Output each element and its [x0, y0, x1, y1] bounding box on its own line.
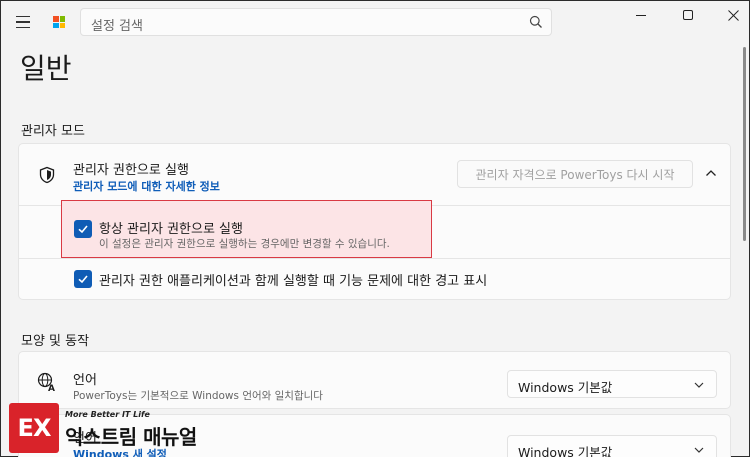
admin-warning-label: 관리자 권한 애플리케이션과 함께 실행할 때 기능 문제에 대한 경고 표시	[99, 274, 488, 289]
close-button[interactable]	[721, 7, 745, 23]
language-2-select-value: Windows 기본값	[518, 445, 613, 457]
title-bar: 설정 검색	[1, 1, 749, 43]
menu-line	[16, 15, 30, 18]
close-icon	[727, 9, 739, 21]
language-2-select[interactable]: Windows 기본값	[507, 435, 717, 457]
shield-icon	[39, 166, 55, 184]
language-card: A 언어 PowerToys는 기본적으로 Windows 언어와 일치합니다 …	[18, 351, 731, 409]
checkmark-icon	[78, 275, 88, 284]
language-description: PowerToys는 기본적으로 Windows 언어와 일치합니다	[73, 390, 323, 402]
maximize-icon	[683, 10, 693, 20]
language-icon: A	[37, 372, 55, 392]
search-box[interactable]: 설정 검색	[80, 8, 552, 36]
admin-mode-card: 관리자 권한으로 실행 관리자 모드에 대한 자세한 정보 관리자 자격으로 P…	[18, 143, 731, 300]
search-placeholder: 설정 검색	[91, 19, 143, 34]
section-title-appearance: 모양 및 동작	[21, 334, 90, 349]
minimize-button[interactable]	[629, 7, 653, 23]
maximize-button[interactable]	[676, 7, 700, 23]
run-as-admin-title: 관리자 권한으로 실행	[73, 163, 189, 178]
chevron-down-icon	[694, 447, 704, 453]
chevron-down-icon	[694, 382, 704, 388]
menu-line	[16, 21, 30, 23]
hamburger-menu-button[interactable]	[11, 9, 37, 35]
restart-as-admin-button[interactable]: 관리자 자격으로 PowerToys 다시 시작	[457, 160, 693, 188]
language-title: 언어	[73, 373, 97, 388]
always-run-as-admin-description: 이 설정은 관리자 권한으로 실행하는 경우에만 변경할 수 있습니다.	[99, 238, 390, 250]
chevron-up-icon[interactable]	[705, 168, 717, 178]
svg-text:A: A	[48, 384, 55, 392]
divider	[19, 258, 730, 259]
scrollbar[interactable]	[743, 47, 746, 241]
watermark-logo: EX	[9, 403, 59, 453]
minimize-icon	[636, 14, 646, 16]
section-title-admin-mode: 관리자 모드	[21, 124, 85, 139]
page-title: 일반	[20, 52, 72, 85]
language-select[interactable]: Windows 기본값	[507, 370, 717, 398]
admin-mode-info-link[interactable]: 관리자 모드에 대한 자세한 정보	[73, 178, 220, 194]
powertoys-app-icon	[53, 16, 65, 28]
run-as-admin-row[interactable]: 관리자 권한으로 실행 관리자 모드에 대한 자세한 정보 관리자 자격으로 P…	[19, 144, 730, 205]
admin-warning-checkbox[interactable]	[74, 270, 92, 288]
always-run-as-admin-label: 항상 관리자 권한으로 실행	[99, 222, 243, 237]
checkmark-icon	[78, 225, 88, 234]
watermark-tagline: More Better IT Life	[65, 410, 150, 419]
always-run-as-admin-checkbox[interactable]	[74, 220, 92, 238]
watermark: EX More Better IT Life 익스트림 매뉴얼	[9, 403, 219, 453]
menu-line	[16, 26, 30, 29]
search-icon[interactable]	[529, 15, 543, 29]
watermark-name: 익스트림 매뉴얼	[65, 425, 197, 449]
language-select-value: Windows 기본값	[518, 380, 613, 395]
